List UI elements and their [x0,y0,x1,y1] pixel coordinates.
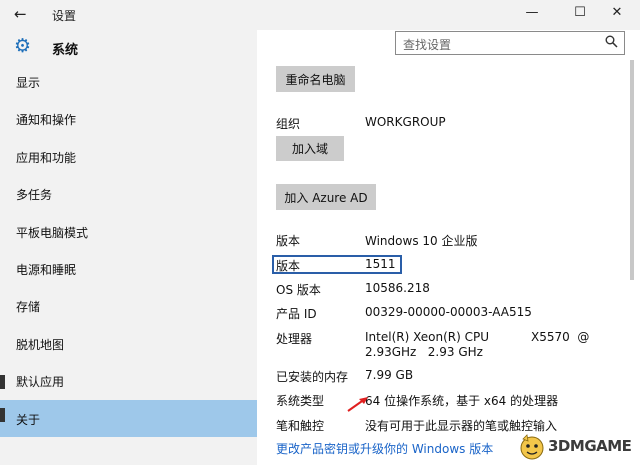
system-type-label: 系统类型 [276,394,325,408]
watermark-text: 3DMGAME [548,437,632,455]
pen-touch-label: 笔和触控 [276,419,325,433]
search-input[interactable]: 查找设置 [395,31,625,55]
version-label: 版本 [276,259,301,273]
search-placeholder: 查找设置 [403,38,452,52]
maximize-icon[interactable]: ☐ [570,5,590,20]
sidebar-item-label: 多任务 [16,188,53,202]
product-id-label: 产品 ID [276,307,317,321]
processor-value-line1: Intel(R) Xeon(R) CPU X5570 @ [365,330,590,344]
edition-value: Windows 10 企业版 [365,234,478,248]
search-icon[interactable] [605,35,618,52]
title-bar: ← 设置 — ☐ ✕ [0,0,640,30]
window-edge-marker [0,375,5,389]
sidebar-item-tablet-mode[interactable]: 平板电脑模式 [0,213,257,250]
gear-icon: ⚙ [14,35,32,57]
version-value: 1511 [365,257,396,271]
change-product-key-link[interactable]: 更改产品密钥或升级你的 Windows 版本 [276,440,493,457]
close-icon[interactable]: ✕ [607,5,627,20]
sidebar-item-label: 关于 [16,413,41,427]
memory-label: 已安装的内存 [276,370,349,384]
sidebar-item-apps[interactable]: 应用和功能 [0,138,257,175]
sidebar-item-display[interactable]: 显示 [0,63,257,100]
sidebar-item-power[interactable]: 电源和睡眠 [0,250,257,287]
join-azure-ad-button[interactable]: 加入 Azure AD [276,184,376,210]
sidebar-item-multitasking[interactable]: 多任务 [0,175,257,212]
watermark-logo: 3DMGAME [518,433,638,461]
back-arrow-icon[interactable]: ← [14,5,27,23]
annotation-arrow-icon [347,397,368,412]
sidebar-header-label: 系统 [52,43,79,58]
about-panel: 重命名电脑 组织 WORKGROUP 加入域 加入 Azure AD 版本 Wi… [262,60,630,465]
window-title: 设置 [52,9,77,23]
sidebar-item-offline-maps[interactable]: 脱机地图 [0,325,257,362]
sidebar-item-label: 电源和睡眠 [16,263,77,277]
join-domain-button[interactable]: 加入域 [276,136,344,161]
rename-pc-button[interactable]: 重命名电脑 [276,66,355,92]
edition-label: 版本 [276,234,301,248]
minimize-icon[interactable]: — [522,5,542,20]
system-type-value: 64 位操作系统，基于 x64 的处理器 [365,394,559,408]
sidebar-item-storage[interactable]: 存储 [0,287,257,324]
memory-value: 7.99 GB [365,368,414,382]
sidebar-item-notifications[interactable]: 通知和操作 [0,100,257,137]
processor-label: 处理器 [276,332,313,346]
mascot-icon [520,434,544,460]
org-value: WORKGROUP [365,115,446,129]
processor-value-line2: 2.93GHz 2.93 GHz [365,345,483,359]
scrollbar[interactable] [630,60,634,280]
sidebar-item-label: 通知和操作 [16,113,77,127]
os-build-label: OS 版本 [276,283,321,297]
sidebar-item-default-apps[interactable]: 默认应用 [0,362,257,399]
sidebar-item-label: 默认应用 [16,375,65,389]
org-label: 组织 [276,117,301,131]
window-edge-marker [0,408,5,422]
sidebar-item-about[interactable]: 关于 [0,400,257,437]
sidebar-item-label: 存储 [16,300,41,314]
sidebar-item-label: 显示 [16,76,41,90]
sidebar-item-label: 平板电脑模式 [16,226,89,240]
os-build-value: 10586.218 [365,281,430,295]
sidebar: ⚙ 系统 显示 通知和操作 应用和功能 多任务 平板电脑模式 电源和睡眠 存储 … [0,30,257,465]
sidebar-item-label: 脱机地图 [16,338,65,352]
pen-touch-value: 没有可用于此显示器的笔或触控输入 [365,419,558,433]
product-id-value: 00329-00000-00003-AA515 [365,305,532,319]
sidebar-item-label: 应用和功能 [16,151,77,165]
